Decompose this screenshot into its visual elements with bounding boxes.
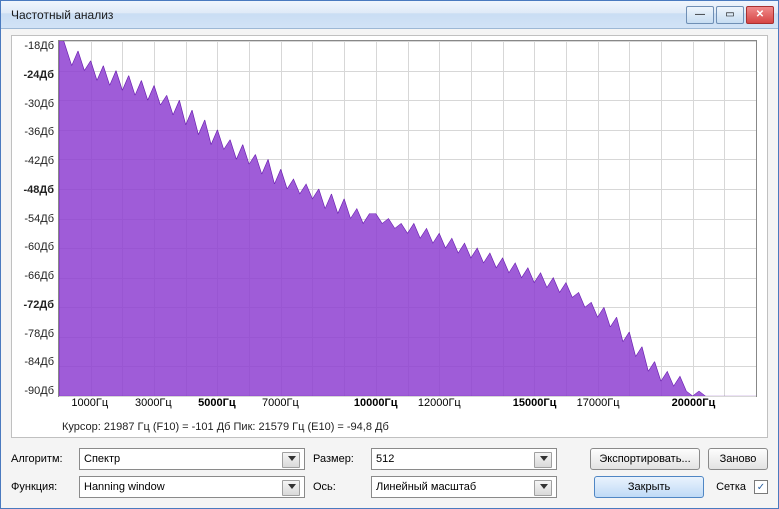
chevron-down-icon [288, 456, 296, 461]
minimize-button[interactable]: — [686, 6, 714, 24]
spectrum-plot[interactable] [58, 40, 757, 397]
y-tick-label: -66Дб [24, 270, 54, 282]
function-select[interactable]: Hanning window [79, 476, 305, 498]
export-button[interactable]: Экспортировать... [590, 448, 700, 470]
y-tick-label: -84Дб [24, 356, 54, 368]
size-select[interactable]: 512 [371, 448, 557, 470]
again-button[interactable]: Заново [708, 448, 768, 470]
x-tick-label: 20000Гц [672, 397, 716, 409]
chevron-down-icon [288, 484, 296, 489]
x-tick-label: 12000Гц [418, 397, 461, 409]
close-button[interactable]: Закрыть [594, 476, 704, 498]
y-tick-label: -30Дб [24, 98, 54, 110]
grid-label: Сетка [716, 481, 746, 493]
y-tick-label: -90Дб [24, 385, 54, 397]
controls-row-1: Алгоритм: Спектр Размер: 512 Экспортиров… [11, 448, 768, 470]
maximize-button[interactable]: ▭ [716, 6, 744, 24]
x-tick-label: 17000Гц [577, 397, 620, 409]
chevron-down-icon [540, 484, 548, 489]
y-tick-label: -54Дб [24, 213, 54, 225]
y-axis-labels: -18Дб -24Дб -30Дб -36Дб -42Дб -48Дб -54Дб -60Дб… [16, 40, 58, 397]
function-value: Hanning window [84, 481, 165, 493]
x-axis-labels: 1000Гц 3000Гц 5000Гц 7000Гц 10000Гц 12000Гц 15… [58, 397, 757, 415]
window-controls: — ▭ ✕ [686, 6, 774, 24]
y-tick-label: -42Дб [24, 155, 54, 167]
chart-area: -18Дб -24Дб -30Дб -36Дб -42Дб -48Дб -54Дб -60Дб… [16, 40, 757, 397]
x-tick-label: 15000Гц [513, 397, 557, 409]
controls-panel: Алгоритм: Спектр Размер: 512 Экспортиров… [11, 448, 768, 498]
grid-checkbox[interactable]: ✓ [754, 480, 768, 494]
function-label: Функция: [11, 481, 71, 493]
axis-select[interactable]: Линейный масштаб [371, 476, 557, 498]
algorithm-select[interactable]: Спектр [79, 448, 305, 470]
y-tick-label: -60Дб [24, 241, 54, 253]
y-tick-label: -24Дб [23, 69, 54, 81]
content-area: -18Дб -24Дб -30Дб -36Дб -42Дб -48Дб -54Дб -60Дб… [1, 29, 778, 508]
algorithm-label: Алгоритм: [11, 453, 71, 465]
check-icon: ✓ [757, 482, 765, 493]
x-tick-label: 1000Гц [71, 397, 108, 409]
y-tick-label: -36Дб [24, 126, 54, 138]
size-label: Размер: [313, 453, 363, 465]
size-value: 512 [376, 453, 394, 465]
y-tick-label: -78Дб [24, 328, 54, 340]
axis-value: Линейный масштаб [376, 481, 476, 493]
spectrum-svg [59, 41, 756, 396]
chevron-down-icon [540, 456, 548, 461]
plot-box: -18Дб -24Дб -30Дб -36Дб -42Дб -48Дб -54Дб -60Дб… [11, 35, 768, 438]
y-tick-label: -72Дб [23, 299, 54, 311]
algorithm-value: Спектр [84, 453, 120, 465]
y-tick-label: -18Дб [24, 40, 54, 52]
axis-label: Ось: [313, 481, 363, 493]
controls-row-2: Функция: Hanning window Ось: Линейный ма… [11, 476, 768, 498]
x-tick-label: 7000Гц [262, 397, 299, 409]
x-tick-label: 5000Гц [198, 397, 235, 409]
close-window-button[interactable]: ✕ [746, 6, 774, 24]
app-window: Частотный анализ — ▭ ✕ -18Дб -24Дб -30Дб -3… [0, 0, 779, 509]
window-title: Частотный анализ [11, 8, 686, 22]
y-tick-label: -48Дб [23, 184, 54, 196]
titlebar: Частотный анализ — ▭ ✕ [1, 1, 778, 29]
x-tick-label: 3000Гц [135, 397, 172, 409]
x-tick-label: 10000Гц [354, 397, 398, 409]
cursor-status-line: Курсор: 21987 Гц (F10) = -101 Дб Пик: 21… [62, 421, 757, 433]
